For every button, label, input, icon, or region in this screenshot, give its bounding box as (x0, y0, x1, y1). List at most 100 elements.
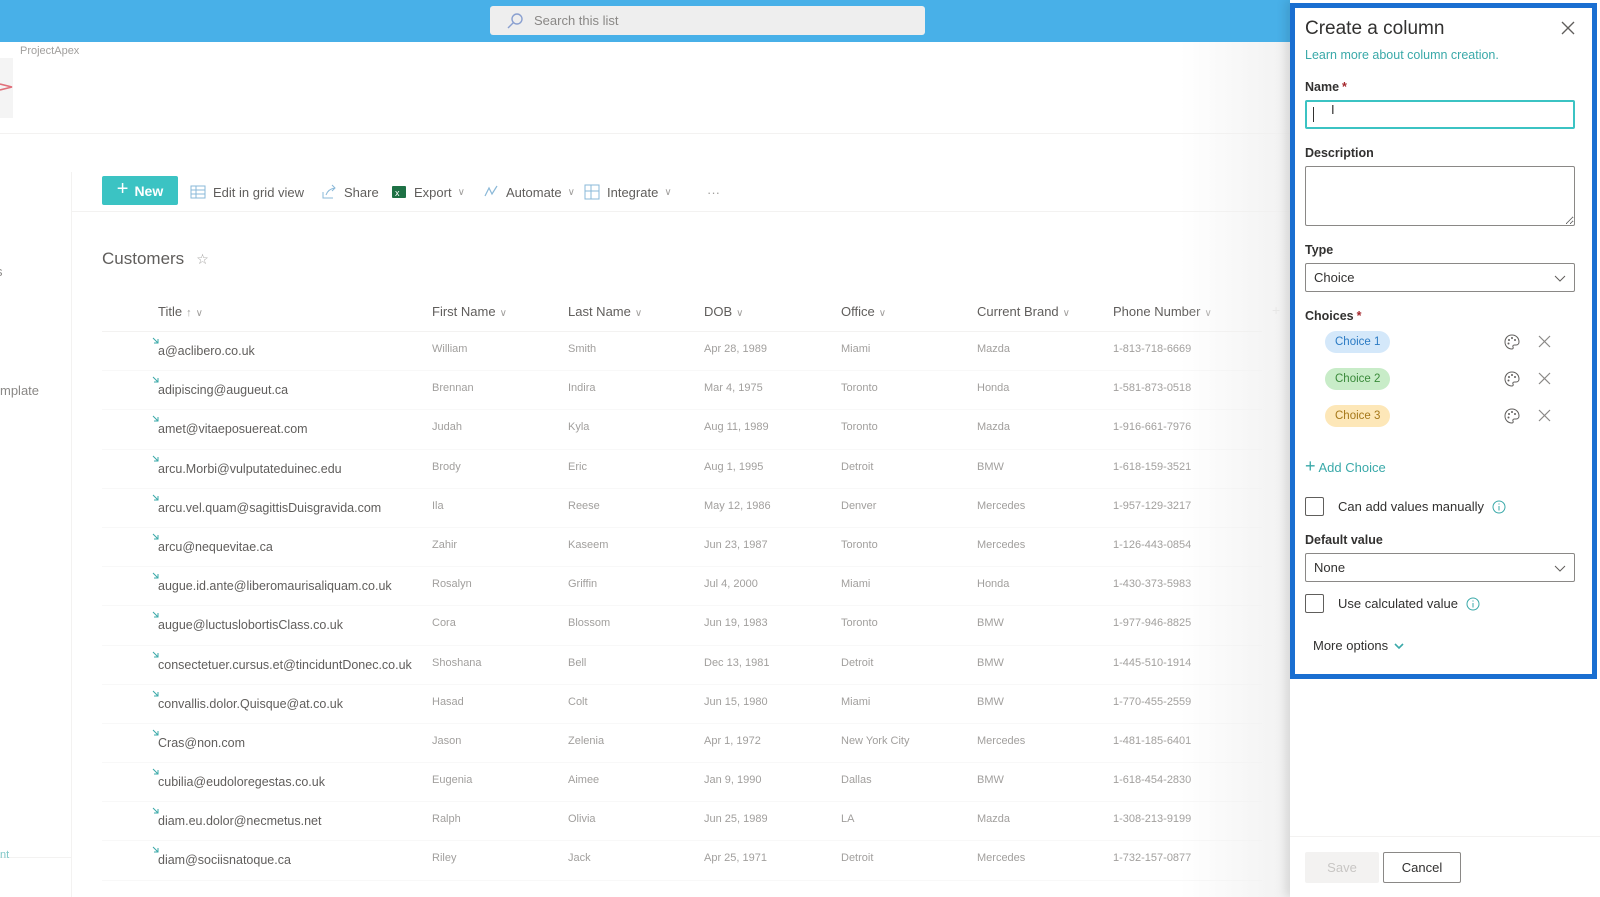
title-cell[interactable]: adipiscing@augueut.ca (158, 383, 288, 397)
list-title-text: Customers (102, 249, 185, 268)
table-row[interactable]: adipiscing@augueut.ca Brennan Indira Mar 4,… (102, 371, 1262, 411)
site-name[interactable]: ProjectApex (20, 45, 79, 57)
table-row[interactable]: cubilia@eudoloregestas.co.uk Eugenia Aimee… (102, 763, 1262, 803)
use-calculated-label: Use calculated value (1338, 596, 1458, 611)
chevron-down-icon (1554, 275, 1566, 282)
brand-cell: Honda (977, 578, 1010, 591)
info-icon[interactable] (1492, 500, 1506, 514)
brand-cell: Mazda (977, 343, 1011, 355)
integrate-icon (584, 184, 600, 200)
last-name-cell: Smith (568, 343, 597, 355)
dob-cell: Jul 4, 2000 (704, 578, 758, 591)
table-row[interactable]: diam@sociisnatoque.ca Riley Jack Apr 25, 19… (102, 841, 1262, 881)
choice-pill[interactable]: Choice 3 (1325, 405, 1391, 427)
description-textarea[interactable] (1305, 166, 1575, 226)
office-cell: Dallas (841, 774, 872, 787)
column-header[interactable]: Phone Number ∨ (1113, 304, 1212, 319)
title-cell[interactable]: convallis.dolor.Quisque@at.co.uk (158, 697, 343, 711)
share-button[interactable]: Share (321, 172, 379, 212)
table-row[interactable]: arcu@nequevitae.ca Zahir Kaseem Jun 23, 198… (102, 528, 1262, 568)
nav-item-bottom[interactable]: nt (0, 849, 9, 861)
title-cell[interactable]: cubilia@eudoloregestas.co.uk (158, 775, 325, 789)
add-column-button[interactable]: + (1272, 302, 1280, 318)
integrate-button[interactable]: Integrate ∨ (584, 172, 672, 212)
close-icon[interactable] (1560, 20, 1576, 36)
table-row[interactable]: diam.eu.dolor@necmetus.net Ralph Olivia Jun… (102, 802, 1262, 842)
search-input[interactable] (534, 13, 914, 28)
table-row[interactable]: convallis.dolor.Quisque@at.co.uk Hasad Col… (102, 685, 1262, 724)
add-choice-button[interactable]: + Add Choice (1305, 456, 1386, 477)
table-row[interactable]: augue.id.ante@liberomaurisaliquam.co.uk R… (102, 567, 1262, 607)
phone-cell: 1-430-373-5983 (1113, 578, 1192, 591)
column-header[interactable]: Office ∨ (841, 304, 886, 319)
can-add-values-manually-checkbox[interactable]: Can add values manually (1305, 497, 1506, 516)
checkbox-box[interactable] (1305, 594, 1324, 613)
learn-more-link[interactable]: Learn more about column creation. (1305, 48, 1499, 62)
column-header[interactable]: Last Name ∨ (568, 304, 642, 319)
type-dropdown[interactable]: Choice (1305, 263, 1575, 292)
palette-icon[interactable] (1503, 370, 1521, 388)
save-button[interactable]: Save (1305, 852, 1379, 883)
chevron-down-icon: ∨ (499, 308, 507, 319)
title-cell[interactable]: augue@luctuslobortisClass.co.uk (158, 618, 343, 632)
palette-icon[interactable] (1503, 407, 1521, 425)
table-row[interactable]: arcu.Morbi@vulputateduinec.edu Brody Eric A… (102, 450, 1262, 489)
name-input[interactable] (1305, 100, 1575, 129)
table-row[interactable]: consectetuer.cursus.et@tinciduntDonec.co… (102, 646, 1262, 685)
cancel-button[interactable]: Cancel (1383, 852, 1461, 883)
info-icon[interactable] (1466, 597, 1480, 611)
brand-cell: Mercedes (977, 734, 1026, 747)
column-header-label: Last Name (568, 304, 631, 319)
choice-pill[interactable]: Choice 1 (1325, 331, 1391, 353)
export-button[interactable]: x Export ∨ (391, 172, 465, 212)
title-cell[interactable]: augue.id.ante@liberomaurisaliquam.co.uk (158, 579, 392, 593)
remove-choice-icon[interactable] (1538, 335, 1551, 348)
remove-choice-icon[interactable] (1538, 372, 1551, 385)
more-options-toggle[interactable]: More options (1313, 638, 1404, 653)
favorite-star-icon[interactable]: ☆ (196, 251, 209, 268)
column-header[interactable]: First Name ∨ (432, 304, 507, 319)
title-cell[interactable]: diam@sociisnatoque.ca (158, 853, 291, 867)
table-row[interactable]: a@aclibero.co.uk William Smith Apr 28, 1989… (102, 332, 1262, 372)
table-row[interactable]: arcu.vel.quam@sagittisDuisgravida.com Ila… (102, 489, 1262, 528)
palette-icon[interactable] (1503, 333, 1521, 351)
site-logo[interactable] (0, 58, 13, 118)
choice-pill[interactable]: Choice 2 (1325, 368, 1391, 390)
title-cell[interactable]: consectetuer.cursus.et@tinciduntDonec.co… (158, 658, 412, 672)
title-cell[interactable]: diam.eu.dolor@necmetus.net (158, 814, 321, 828)
default-value-label: Default value (1305, 533, 1383, 547)
first-name-cell: Brennan (432, 382, 474, 395)
checkbox-box[interactable] (1305, 497, 1324, 516)
table-row[interactable]: Cras@non.com Jason Zelenia Apr 1, 1972 New Y… (102, 724, 1262, 764)
dob-cell: Jun 23, 1987 (704, 538, 768, 551)
type-label: Type (1305, 243, 1334, 257)
table-row[interactable]: augue@luctuslobortisClass.co.uk Cora Bloss… (102, 606, 1262, 646)
phone-cell: 1-308-213-9199 (1113, 813, 1192, 826)
nav-item[interactable]: s (0, 264, 3, 279)
last-name-cell: Indira (568, 382, 596, 395)
table-row[interactable]: amet@vitaeposuereat.com Judah Kyla Aug 11, … (102, 410, 1262, 450)
name-label-text: Name (1305, 80, 1340, 94)
nav-item-template[interactable]: mplate (0, 383, 39, 398)
column-header[interactable]: Title ↑ ∨ (158, 304, 203, 319)
search-box[interactable] (490, 6, 925, 35)
automate-button[interactable]: Automate ∨ (483, 172, 575, 212)
title-cell[interactable]: a@aclibero.co.uk (158, 344, 255, 358)
title-cell[interactable]: arcu@nequevitae.ca (158, 540, 273, 554)
edit-grid-view-button[interactable]: Edit in grid view (190, 172, 304, 212)
column-header-label: Current Brand (977, 304, 1059, 319)
dob-cell: Apr 25, 1971 (704, 852, 767, 865)
default-value-dropdown[interactable]: None (1305, 553, 1575, 582)
column-header[interactable]: Current Brand ∨ (977, 304, 1070, 319)
remove-choice-icon[interactable] (1538, 409, 1551, 422)
use-calculated-value-checkbox[interactable]: Use calculated value (1305, 594, 1480, 613)
title-cell[interactable]: amet@vitaeposuereat.com (158, 422, 308, 436)
title-cell[interactable]: Cras@non.com (158, 736, 245, 750)
column-header[interactable]: DOB ∨ (704, 304, 744, 319)
mouse-ibeam-cursor: I (1331, 102, 1335, 117)
panel-title: Create a column (1305, 18, 1445, 39)
more-commands-button[interactable]: ··· (707, 172, 720, 212)
title-cell[interactable]: arcu.vel.quam@sagittisDuisgravida.com (158, 501, 381, 515)
title-cell[interactable]: arcu.Morbi@vulputateduinec.edu (158, 462, 342, 476)
new-button[interactable]: + New (102, 176, 178, 205)
